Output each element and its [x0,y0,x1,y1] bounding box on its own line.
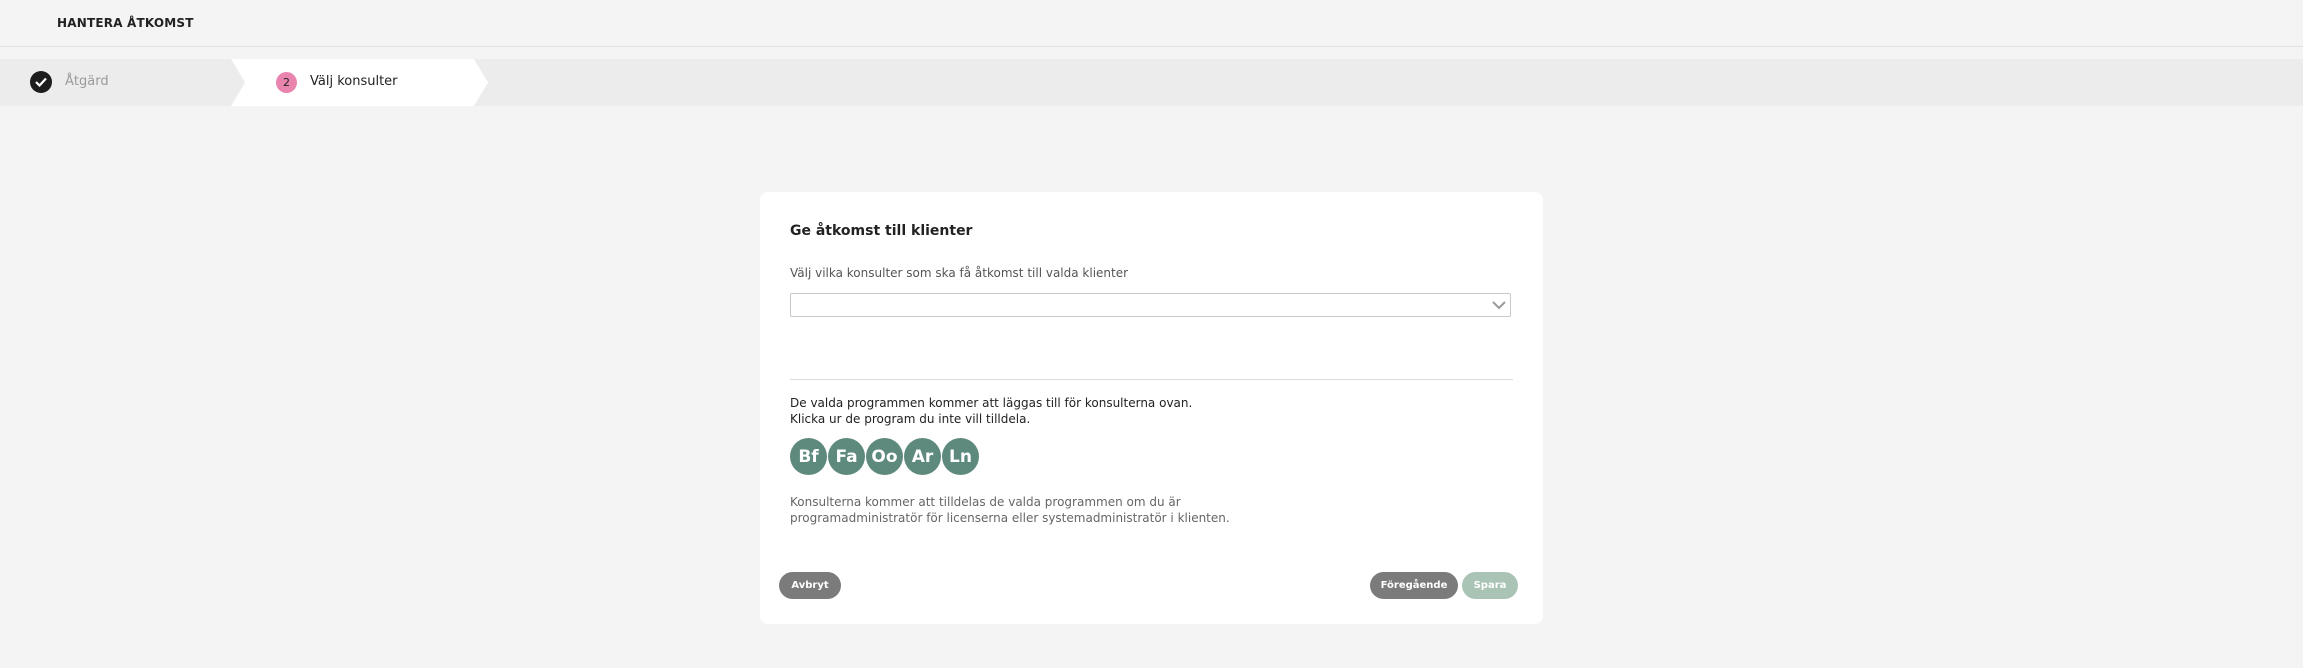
save-button[interactable]: Spara [1462,572,1518,599]
program-badge-bf[interactable]: Bf [790,438,827,475]
program-info-line: De valda programmen kommer att läggas ti… [790,396,1193,410]
program-info: De valda programmen kommer att läggas ti… [790,395,1192,427]
page-title: HANTERA ÅTKOMST [57,16,194,30]
program-badge-ln[interactable]: Ln [942,438,979,475]
chevron-down-icon [1492,301,1506,310]
step-valj-konsulter[interactable]: 2 Välj konsulter [231,59,488,106]
program-badge-fa[interactable]: Fa [828,438,865,475]
divider [790,379,1513,380]
step-label: Välj konsulter [310,74,398,89]
program-badge-ar[interactable]: Ar [904,438,941,475]
stepper: Åtgärd 2 Välj konsulter [0,59,2303,106]
top-bar: HANTERA ÅTKOMST [0,0,2303,47]
note-line: programadministratör för licenserna elle… [790,511,1230,525]
program-list: Bf Fa Oo Ar Ln [790,438,979,475]
checkmark-icon [30,71,52,93]
step-label: Åtgärd [65,74,109,89]
cancel-button[interactable]: Avbryt [779,572,841,599]
assignment-note: Konsulterna kommer att tilldelas de vald… [790,494,1290,526]
consultant-select[interactable] [790,293,1511,317]
program-badge-oo[interactable]: Oo [866,438,903,475]
step-atgard[interactable]: Åtgärd [0,59,231,106]
access-card: Ge åtkomst till klienter Välj vilka kons… [760,192,1543,624]
step-number-badge: 2 [276,72,297,93]
note-line: Konsulterna kommer att tilldelas de vald… [790,495,1181,509]
card-title: Ge åtkomst till klienter [790,223,973,239]
consultant-select-label: Välj vilka konsulter som ska få åtkomst … [790,266,1129,280]
previous-button[interactable]: Föregående [1370,572,1458,599]
program-info-line: Klicka ur de program du inte vill tillde… [790,412,1031,426]
